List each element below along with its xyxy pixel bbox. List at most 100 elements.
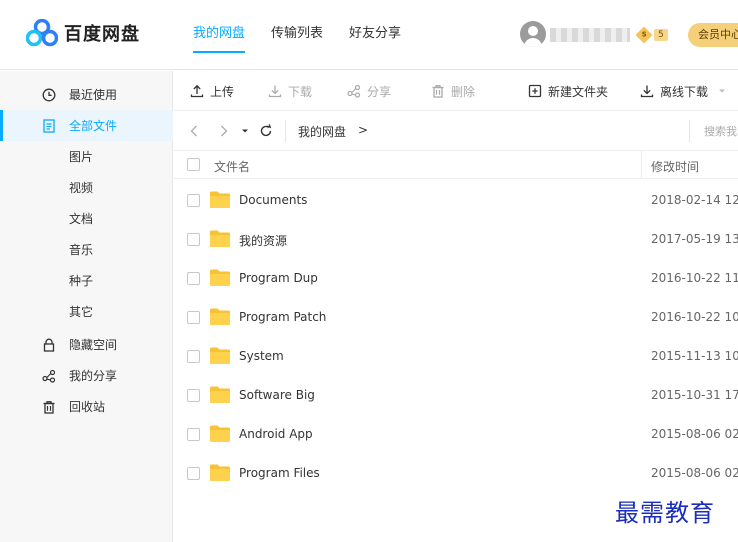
new-folder-icon (528, 84, 542, 98)
table-row[interactable]: Program Files 2015-08-06 02:50 (174, 454, 738, 493)
row-checkbox[interactable] (187, 272, 200, 285)
avatar[interactable] (520, 21, 546, 47)
sidebar-item-torrents[interactable]: 种子 (0, 265, 173, 296)
download-button[interactable]: 下载 (268, 83, 312, 99)
table-row[interactable]: Program Dup 2016-10-22 11:05 (174, 259, 738, 298)
history-dropdown-icon[interactable] (240, 123, 250, 139)
file-name[interactable]: System (239, 349, 284, 363)
download-icon (268, 85, 282, 98)
level-badge[interactable]: S 5 (635, 26, 668, 44)
sidebar-item-recent[interactable]: 最近使用 (0, 79, 173, 110)
file-modified-time: 2015-08-06 02:51 (651, 427, 738, 441)
row-checkbox[interactable] (187, 428, 200, 441)
file-modified-time: 2015-08-06 02:50 (651, 466, 738, 480)
breadcrumb-divider (285, 120, 286, 142)
new-folder-label: 新建文件夹 (548, 84, 609, 99)
sidebar-item-label: 回收站 (69, 400, 106, 414)
select-all-checkbox[interactable] (187, 158, 200, 171)
search-divider (689, 120, 690, 142)
sidebar-item-label: 音乐 (69, 243, 94, 257)
sidebar-item-others[interactable]: 其它 (0, 296, 173, 327)
clock-icon (42, 88, 56, 102)
file-name[interactable]: 我的资源 (239, 232, 287, 249)
trash-icon (432, 85, 444, 98)
sidebar-item-images[interactable]: 图片 (0, 141, 173, 172)
file-table-header: 文件名 修改时间 (174, 151, 738, 179)
refresh-icon[interactable] (258, 123, 274, 139)
sidebar-item-label: 视频 (69, 181, 94, 195)
sidebar-item-docs[interactable]: 文档 (0, 203, 173, 234)
table-row[interactable]: Android App 2015-08-06 02:51 (174, 415, 738, 454)
vip-center-button[interactable]: 会员中心 (688, 23, 738, 47)
nav-my-netdisk[interactable]: 我的网盘 (193, 0, 246, 70)
file-name[interactable]: Program Patch (239, 310, 326, 324)
table-row[interactable]: Program Patch 2016-10-22 10:45 (174, 298, 738, 337)
folder-icon (210, 425, 230, 442)
sidebar-item-label: 最近使用 (69, 88, 118, 102)
breadcrumb-path[interactable]: 我的网盘 (298, 123, 346, 140)
file-modified-time: 2016-10-22 10:45 (651, 310, 738, 324)
file-name[interactable]: Program Dup (239, 271, 318, 285)
file-modified-time: 2015-10-31 17:54 (651, 388, 738, 402)
file-name[interactable]: Software Big (239, 388, 315, 402)
offline-download-button[interactable]: 离线下载 (640, 83, 726, 99)
row-checkbox[interactable] (187, 350, 200, 363)
forward-arrow-icon[interactable] (218, 123, 230, 139)
table-row[interactable]: Documents 2018-02-14 12:33 (174, 181, 738, 220)
sidebar-item-label: 全部文件 (69, 119, 118, 133)
watermark-text: 最需教育 (615, 499, 715, 527)
share-icon (347, 84, 361, 98)
username-blurred[interactable] (550, 28, 630, 42)
sidebar-item-music[interactable]: 音乐 (0, 234, 173, 265)
column-header-modified-time[interactable]: 修改时间 (651, 158, 699, 175)
sidebar-item-recycle-bin[interactable]: 回收站 (0, 391, 173, 422)
delete-button[interactable]: 删除 (431, 83, 475, 99)
main-nav: 我的网盘 传输列表 好友分享 (180, 0, 414, 70)
table-row[interactable]: Software Big 2015-10-31 17:54 (174, 376, 738, 415)
row-checkbox[interactable] (187, 233, 200, 246)
download-icon (640, 85, 654, 98)
sidebar-item-label: 我的分享 (69, 369, 118, 383)
row-checkbox[interactable] (187, 194, 200, 207)
back-arrow-icon[interactable] (188, 123, 200, 139)
sidebar: 最近使用 全部文件 图片 视频 文档 音乐 种子 其它 隐藏空间 我的分享 回收… (0, 71, 173, 542)
row-checkbox[interactable] (187, 311, 200, 324)
sidebar-item-all-files[interactable]: 全部文件 (0, 110, 173, 141)
sidebar-item-my-shares[interactable]: 我的分享 (0, 360, 173, 391)
file-name[interactable]: Documents (239, 193, 307, 207)
upload-button[interactable]: 上传 (190, 83, 234, 99)
new-folder-button[interactable]: 新建文件夹 (528, 83, 608, 99)
breadcrumb: 我的网盘 > (174, 111, 738, 151)
column-divider[interactable] (641, 151, 642, 179)
file-name[interactable]: Android App (239, 427, 313, 441)
download-label: 下载 (288, 84, 313, 99)
nav-friend-share[interactable]: 好友分享 (349, 0, 401, 70)
table-row[interactable]: 我的资源 2017-05-19 13:02 (174, 220, 738, 259)
folder-icon (210, 464, 230, 481)
level-number: 5 (654, 29, 668, 41)
trash-icon (42, 400, 56, 414)
breadcrumb-arrow[interactable]: > (358, 123, 368, 137)
search-input[interactable] (704, 121, 738, 141)
sidebar-item-videos[interactable]: 视频 (0, 172, 173, 203)
file-modified-time: 2018-02-14 12:33 (651, 193, 738, 207)
chevron-down-icon (719, 89, 726, 93)
sidebar-item-label: 隐藏空间 (69, 338, 118, 352)
share-icon (42, 369, 56, 383)
table-row[interactable]: System 2015-11-13 10:03 (174, 337, 738, 376)
row-checkbox[interactable] (187, 389, 200, 402)
folder-icon (210, 308, 230, 325)
app-logo[interactable]: 百度网盘 (26, 19, 140, 47)
folder-icon (210, 191, 230, 208)
sidebar-item-label: 其它 (69, 305, 94, 319)
share-label: 分享 (367, 84, 392, 99)
sidebar-item-hidden-space[interactable]: 隐藏空间 (0, 329, 173, 360)
file-name[interactable]: Program Files (239, 466, 320, 480)
row-checkbox[interactable] (187, 467, 200, 480)
baidu-netdisk-logo-icon (26, 19, 58, 47)
nav-transfer-list[interactable]: 传输列表 (271, 0, 323, 70)
folder-icon (210, 347, 230, 364)
level-diamond-icon: S (635, 26, 653, 44)
column-header-filename[interactable]: 文件名 (214, 158, 250, 175)
share-button[interactable]: 分享 (347, 83, 391, 99)
